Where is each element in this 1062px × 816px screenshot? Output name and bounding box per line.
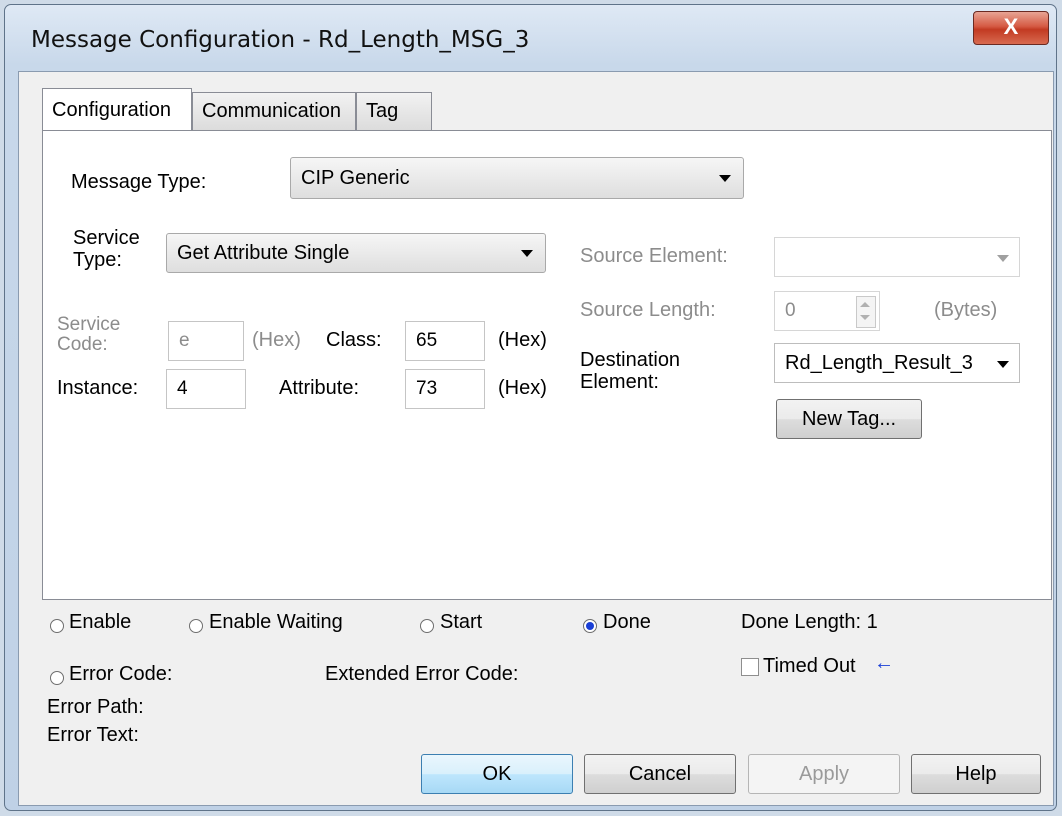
done-length: Done Length: 1	[741, 611, 878, 633]
instance-field[interactable]: 4	[166, 369, 246, 409]
done-radio	[583, 619, 597, 633]
service-type-select[interactable]: Get Attribute Single	[166, 233, 546, 273]
source-length-label: Source Length:	[580, 299, 716, 321]
source-length-field[interactable]: 0	[774, 291, 880, 331]
dropdown-arrow-icon	[521, 250, 533, 257]
help-button[interactable]: Help	[911, 754, 1041, 794]
error-path-label: Error Path:	[47, 696, 144, 718]
destination-label-line1: Destination	[580, 349, 681, 371]
service-code-field[interactable]: e	[168, 321, 244, 361]
service-type-label: Service Type:	[73, 227, 140, 271]
service-type-label-line2: Type:	[73, 249, 122, 271]
class-unit: (Hex)	[498, 329, 547, 351]
configuration-panel: Message Type: CIP Generic Service Type: …	[42, 130, 1052, 600]
message-type-value: CIP Generic	[301, 167, 410, 189]
service-code-unit: (Hex)	[252, 329, 301, 351]
destination-label-line2: Element:	[580, 371, 659, 393]
enable-radio	[50, 619, 64, 633]
enable-waiting-label: Enable Waiting	[209, 611, 343, 633]
destination-element-select[interactable]: Rd_Length_Result_3	[774, 343, 1020, 383]
close-button[interactable]: X	[973, 11, 1049, 45]
spin-up-icon	[860, 302, 870, 307]
arrow-left-icon: ←	[874, 652, 894, 674]
dropdown-arrow-icon	[719, 175, 731, 182]
timed-out-label: Timed Out	[763, 655, 856, 677]
tab-communication[interactable]: Communication	[192, 92, 356, 130]
destination-element-label: Destination Element:	[580, 349, 680, 393]
attribute-unit: (Hex)	[498, 377, 547, 399]
destination-element-value: Rd_Length_Result_3	[785, 352, 973, 374]
message-type-select[interactable]: CIP Generic	[290, 157, 744, 199]
timed-out-checkbox[interactable]	[741, 658, 759, 676]
instance-label: Instance:	[57, 377, 139, 399]
class-label: Class:	[326, 329, 382, 351]
source-length-value: 0	[785, 300, 796, 321]
tab-configuration[interactable]: Configuration	[42, 88, 192, 130]
source-element-label: Source Element:	[580, 245, 728, 267]
attribute-field[interactable]: 73	[405, 369, 485, 409]
spin-arrows-icon[interactable]	[856, 296, 876, 328]
apply-button: Apply	[748, 754, 900, 794]
service-type-label-line1: Service	[73, 227, 140, 249]
tab-tag[interactable]: Tag	[356, 92, 432, 130]
tab-strip: Configuration Communication Tag	[42, 88, 642, 132]
extended-error-code-label: Extended Error Code:	[325, 663, 519, 685]
attribute-label: Attribute:	[279, 377, 360, 399]
enable-label: Enable	[69, 611, 132, 633]
start-label: Start	[440, 611, 483, 633]
error-code-radio	[50, 671, 64, 685]
message-type-label: Message Type:	[71, 171, 207, 193]
dropdown-arrow-icon	[997, 361, 1009, 368]
new-tag-button[interactable]: New Tag...	[776, 399, 922, 439]
cancel-button[interactable]: Cancel	[584, 754, 736, 794]
class-field[interactable]: 65	[405, 321, 485, 361]
close-icon: X	[1003, 14, 1019, 39]
done-label: Done	[603, 611, 651, 633]
service-type-value: Get Attribute Single	[177, 242, 350, 264]
dialog-window: Message Configuration - Rd_Length_MSG_3 …	[4, 4, 1057, 811]
enable-waiting-radio	[189, 619, 203, 633]
start-radio	[420, 619, 434, 633]
service-code-label-line2: Code:	[57, 334, 108, 355]
window-title: Message Configuration - Rd_Length_MSG_3	[31, 27, 530, 53]
source-length-unit: (Bytes)	[934, 299, 998, 321]
error-code-label: Error Code:	[69, 663, 173, 685]
ok-button[interactable]: OK	[421, 754, 573, 794]
source-element-select[interactable]	[774, 237, 1020, 277]
error-text-label: Error Text:	[47, 724, 139, 746]
service-code-label-line1: Service	[57, 314, 121, 335]
dialog-client-area: Configuration Communication Tag Message …	[18, 71, 1054, 806]
spin-down-icon	[860, 315, 870, 320]
service-code-label: Service Code:	[57, 315, 120, 355]
dropdown-arrow-icon	[997, 255, 1009, 262]
